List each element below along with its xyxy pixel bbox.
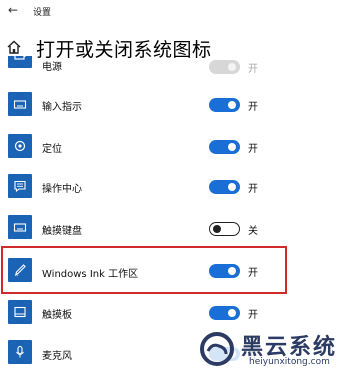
- action-center-state: 开: [248, 184, 258, 195]
- watermark: 黑云系统 heiyunxitong.com: [193, 327, 357, 373]
- page-header: 打开或关闭系统图标: [0, 30, 357, 66]
- list-item-touch-keyboard: 触摸键盘 关: [0, 207, 357, 247]
- highlight-box: [1, 246, 287, 294]
- list-item-label: 定位: [42, 144, 62, 155]
- touch-keyboard-state: 关: [248, 226, 258, 237]
- list-item-label: 输入指示: [42, 102, 82, 113]
- touchpad-icon: [8, 300, 32, 324]
- watermark-url: heiyunxitong.com: [249, 357, 330, 367]
- list-item-label: 触摸板: [42, 310, 72, 321]
- action-center-toggle[interactable]: [209, 180, 240, 194]
- list-item-label: 操作中心: [42, 184, 82, 195]
- list-item-action-center: 操作中心 开: [0, 166, 357, 206]
- touch-keyboard-toggle[interactable]: [209, 222, 240, 236]
- list-item-label: 麦克风: [42, 351, 72, 362]
- keyboard-icon: [8, 92, 32, 116]
- back-arrow-icon[interactable]: ←: [8, 3, 18, 17]
- location-icon: [8, 134, 32, 158]
- app-title: 设置: [33, 8, 52, 18]
- list-item-input-indicator: 输入指示 开: [0, 88, 357, 128]
- input-indicator-toggle[interactable]: [209, 98, 240, 112]
- action-center-icon: [8, 174, 32, 198]
- list-item-location: 定位 开: [0, 126, 357, 166]
- location-toggle[interactable]: [209, 140, 240, 154]
- cloud-logo-icon: [200, 332, 234, 366]
- touch-keyboard-icon: [8, 215, 32, 239]
- touchpad-state: 开: [248, 310, 258, 321]
- input-indicator-state: 开: [248, 102, 258, 113]
- home-icon[interactable]: [6, 39, 22, 55]
- title-bar: ← 设置: [0, 0, 357, 22]
- touchpad-toggle[interactable]: [209, 306, 240, 320]
- location-state: 开: [248, 144, 258, 155]
- page-title: 打开或关闭系统图标: [36, 39, 212, 61]
- microphone-icon: [8, 340, 32, 364]
- list-item-label: 触摸键盘: [42, 226, 82, 237]
